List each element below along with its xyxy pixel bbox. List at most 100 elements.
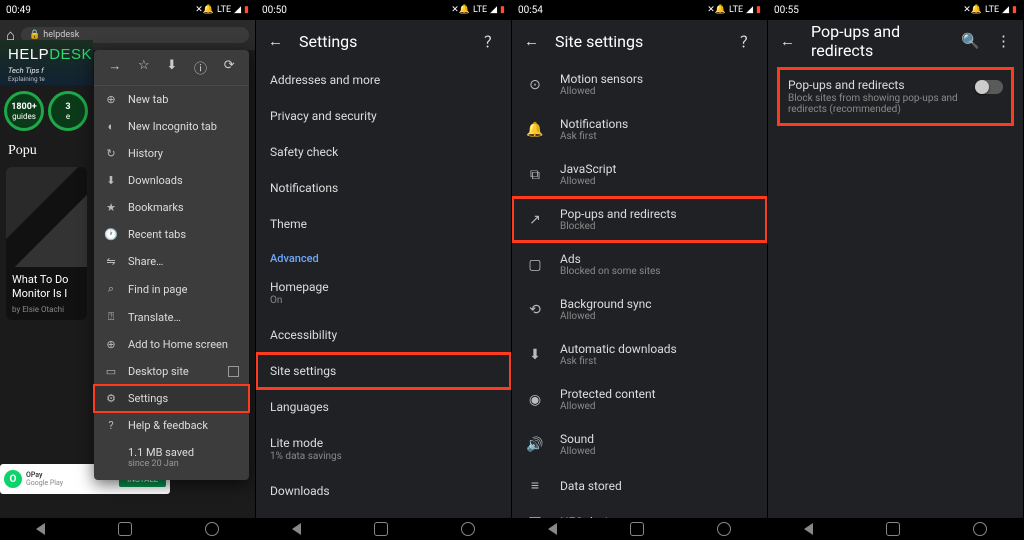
- menu-item-find-in-page[interactable]: ⌕ Find in page: [94, 275, 249, 303]
- setting-automatic-downloads[interactable]: ⬇ Automatic downloads Ask first: [512, 332, 767, 377]
- setting-icon: ⧉: [526, 167, 544, 183]
- back-icon[interactable]: [292, 523, 301, 535]
- setting-sub: On: [270, 295, 497, 306]
- setting-theme[interactable]: Theme: [256, 206, 511, 242]
- setting-label: Protected content: [560, 387, 753, 401]
- menu-item-icon: ⍰: [104, 310, 118, 324]
- android-navbar[interactable]: [768, 518, 1023, 540]
- menu-item-recent-tabs[interactable]: 🕐 Recent tabs: [94, 221, 249, 248]
- overview-icon[interactable]: [886, 522, 900, 536]
- menu-item-downloads[interactable]: ⬇ Downloads: [94, 167, 249, 194]
- setting-ads[interactable]: ▢ Ads Blocked on some sites: [512, 242, 767, 287]
- setting-label: Addresses and more: [270, 73, 497, 87]
- back-icon[interactable]: ←: [524, 32, 539, 50]
- menu-item--mb-saved[interactable]: 1.1 MB savedsince 20 Jan: [94, 439, 249, 476]
- setting-accessibility[interactable]: Accessibility: [256, 317, 511, 353]
- panel-chrome-menu: 00:49 ✕🔔 LTE ◢ ▮ ⌂ 🔒 helpdesk HELPDESK T…: [0, 0, 256, 540]
- site-hero: HELPDESK Tech Tips f Explaining te: [0, 40, 93, 85]
- menu-item-translate-[interactable]: ⍰ Translate…: [94, 303, 249, 331]
- forward-icon[interactable]: →: [108, 58, 121, 77]
- setting-data-stored[interactable]: ≡ Data stored: [512, 467, 767, 504]
- info-icon[interactable]: ⓘ: [194, 58, 207, 77]
- setting-javascript[interactable]: ⧉ JavaScript Allowed: [512, 152, 767, 197]
- menu-item-icon: 🕐: [104, 228, 118, 241]
- setting-safety-check[interactable]: Safety check: [256, 134, 511, 170]
- setting-sub: Allowed: [560, 446, 753, 457]
- setting-background-sync[interactable]: ⟲ Background sync Allowed: [512, 287, 767, 332]
- menu-item-share-[interactable]: ⇋ Share…: [94, 248, 249, 275]
- menu-item-settings[interactable]: ⚙ Settings: [94, 385, 249, 412]
- setting-notifications[interactable]: 🔔 Notifications Ask first: [512, 107, 767, 152]
- home-nav-icon[interactable]: [461, 522, 475, 536]
- android-navbar[interactable]: [0, 518, 255, 540]
- menu-item-bookmarks[interactable]: ★ Bookmarks: [94, 194, 249, 221]
- menu-item-label: Translate…: [128, 311, 181, 324]
- setting-label: Notifications: [270, 181, 497, 195]
- menu-item-help-feedback[interactable]: ? Help & feedback: [94, 412, 249, 439]
- help-icon[interactable]: ？: [484, 31, 499, 52]
- home-nav-icon[interactable]: [205, 522, 219, 536]
- menu-item-history[interactable]: ↻ History: [94, 140, 249, 167]
- menu-item-new-tab[interactable]: ⊕ New tab: [94, 86, 249, 113]
- setting-label: Downloads: [270, 484, 497, 498]
- setting-sub: Blocked on some sites: [560, 266, 753, 277]
- menu-item-desktop-site[interactable]: ▭ Desktop site: [94, 358, 249, 385]
- clock: 00:54: [518, 5, 543, 16]
- setting-homepage[interactable]: Homepage On: [256, 269, 511, 317]
- setting-downloads[interactable]: Downloads: [256, 473, 511, 509]
- menu-item-add-to-home-screen[interactable]: ⊕ Add to Home screen: [94, 331, 249, 358]
- setting-icon: ▢: [526, 257, 544, 273]
- overview-icon[interactable]: [630, 522, 644, 536]
- badge-guides: 1800+guides: [4, 91, 44, 131]
- android-navbar[interactable]: [256, 518, 511, 540]
- overview-icon[interactable]: [374, 522, 388, 536]
- menu-item-label: Bookmarks: [128, 201, 184, 214]
- back-icon[interactable]: ←: [268, 32, 283, 50]
- setting-label: Site settings: [270, 364, 497, 378]
- setting-label: Theme: [270, 217, 497, 231]
- overflow-menu: → ☆ ⬇ ⓘ ⟳ ⊕ New tab ◐ New Incognito tab …: [94, 50, 249, 480]
- setting-motion-sensors[interactable]: ⊙ Motion sensors Allowed: [512, 62, 767, 107]
- setting-sub: Allowed: [560, 86, 753, 97]
- setting-icon: ≡: [526, 477, 544, 494]
- toggle-switch[interactable]: [975, 80, 1003, 94]
- signal-icon: ◢: [234, 5, 241, 15]
- menu-item-new-incognito-tab[interactable]: ◐ New Incognito tab: [94, 113, 249, 140]
- setting-sound[interactable]: 🔊 Sound Allowed: [512, 422, 767, 467]
- home-nav-icon[interactable]: [717, 522, 731, 536]
- status-bar: 00:54 ✕🔔LTE◢▮: [512, 0, 767, 20]
- more-icon[interactable]: ⋮: [996, 32, 1011, 50]
- setting-site-settings[interactable]: Site settings: [256, 353, 511, 389]
- setting-protected-content[interactable]: ◉ Protected content Allowed: [512, 377, 767, 422]
- site-logo: HELPDESK: [8, 46, 85, 63]
- download-icon[interactable]: ⬇: [166, 58, 177, 77]
- help-icon[interactable]: ？: [740, 31, 755, 52]
- setting-notifications[interactable]: Notifications: [256, 170, 511, 206]
- android-navbar[interactable]: [512, 518, 767, 540]
- toggle-title: Pop-ups and redirects: [788, 78, 965, 92]
- menu-item-label: New tab: [128, 93, 168, 106]
- ad-logo: O: [4, 470, 22, 488]
- setting-lite-mode[interactable]: Lite mode 1% data savings: [256, 425, 511, 473]
- overview-icon[interactable]: [118, 522, 132, 536]
- home-nav-icon[interactable]: [973, 522, 987, 536]
- menu-item-icon: ◐: [104, 120, 118, 133]
- reload-icon[interactable]: ⟳: [224, 58, 235, 77]
- url-text: helpdesk: [43, 30, 79, 40]
- back-icon[interactable]: ←: [780, 32, 795, 50]
- panel-site-settings: 00:54 ✕🔔LTE◢▮ ← Site settings ？ ⊙ Motion…: [512, 0, 768, 540]
- search-icon[interactable]: 🔍: [961, 32, 980, 50]
- setting-addresses-and-more[interactable]: Addresses and more: [256, 62, 511, 98]
- article-card[interactable]: What To Do Monitor Is I by Elsie Otachi: [6, 167, 87, 320]
- setting-pop-ups-and-redirects[interactable]: ↗ Pop-ups and redirects Blocked: [512, 197, 767, 242]
- back-icon[interactable]: [36, 523, 45, 535]
- ad-brand: OPay: [26, 471, 63, 479]
- bookmark-icon[interactable]: ☆: [138, 58, 150, 77]
- setting-languages[interactable]: Languages: [256, 389, 511, 425]
- popup-toggle-row[interactable]: Pop-ups and redirects Block sites from s…: [778, 68, 1013, 125]
- setting-privacy-and-security[interactable]: Privacy and security: [256, 98, 511, 134]
- popups-header: ← Pop-ups and redirects 🔍 ⋮: [768, 20, 1023, 62]
- back-icon[interactable]: [804, 523, 813, 535]
- checkbox[interactable]: [228, 366, 239, 377]
- back-icon[interactable]: [548, 523, 557, 535]
